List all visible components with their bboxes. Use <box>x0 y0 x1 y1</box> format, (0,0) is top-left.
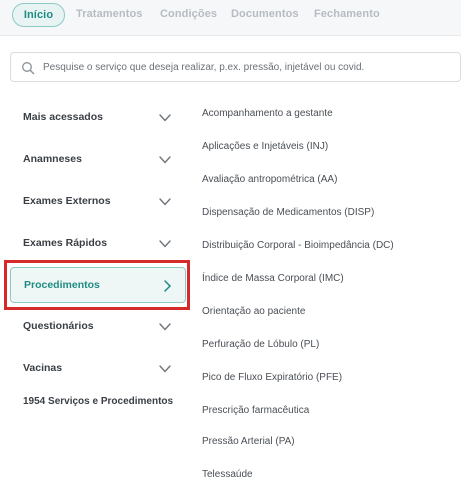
tab-bar: Início Tratamentos Condições Documentos … <box>0 0 461 36</box>
search-input[interactable] <box>43 59 453 76</box>
category-vacinas[interactable]: Vacinas <box>23 357 178 381</box>
category-exames-rapidos[interactable]: Exames Rápidos <box>23 232 178 256</box>
category-label: Procedimentos <box>24 279 100 291</box>
category-label: Questionários <box>23 320 94 332</box>
category-label: Vacinas <box>23 362 63 374</box>
tab-fechamento[interactable]: Fechamento <box>314 8 380 20</box>
chevron-down-icon <box>159 365 171 373</box>
service-item[interactable]: Pico de Fluxo Expiratório (PFE) <box>202 372 342 383</box>
search-box <box>10 52 461 82</box>
tab-inicio[interactable]: Início <box>12 3 65 27</box>
service-item[interactable]: Perfuração de Lóbulo (PL) <box>202 339 319 350</box>
category-exames-externos[interactable]: Exames Externos <box>23 190 178 214</box>
tab-documentos[interactable]: Documentos <box>231 8 299 20</box>
category-label: Exames Rápidos <box>23 237 108 249</box>
category-mais-acessados[interactable]: Mais acessados <box>23 106 178 130</box>
category-questionarios[interactable]: Questionários <box>23 315 178 339</box>
chevron-down-icon <box>159 156 171 164</box>
category-anamneses[interactable]: Anamneses <box>23 148 178 172</box>
chevron-down-icon <box>159 114 171 122</box>
service-item[interactable]: Índice de Massa Corporal (IMC) <box>202 273 344 284</box>
services-count: 1954 Serviços e Procedimentos <box>23 396 174 407</box>
service-item[interactable]: Aplicações e Injetáveis (INJ) <box>202 141 328 152</box>
service-item[interactable]: Prescrição farmacêutica <box>202 405 309 416</box>
service-item[interactable]: Pressão Arterial (PA) <box>202 436 295 447</box>
chevron-right-icon <box>164 280 172 292</box>
category-label: Exames Externos <box>23 195 111 207</box>
category-procedimentos[interactable]: Procedimentos <box>10 267 186 303</box>
search-icon <box>22 62 35 75</box>
chevron-down-icon <box>159 198 171 206</box>
service-item[interactable]: Avaliação antropométrica (AA) <box>202 174 337 185</box>
service-item[interactable]: Dispensação de Medicamentos (DISP) <box>202 207 374 218</box>
tab-tratamentos[interactable]: Tratamentos <box>76 8 143 20</box>
chevron-down-icon <box>159 240 171 248</box>
tab-condicoes[interactable]: Condições <box>160 8 217 20</box>
category-label: Anamneses <box>23 153 82 165</box>
service-item[interactable]: Telessaúde <box>202 469 253 480</box>
service-item[interactable]: Acompanhamento a gestante <box>202 108 333 119</box>
chevron-down-icon <box>159 323 171 331</box>
service-item[interactable]: Orientação ao paciente <box>202 306 305 317</box>
category-label: Mais acessados <box>23 111 103 123</box>
service-item[interactable]: Distribuição Corporal - Bioimpedância (D… <box>202 240 394 251</box>
